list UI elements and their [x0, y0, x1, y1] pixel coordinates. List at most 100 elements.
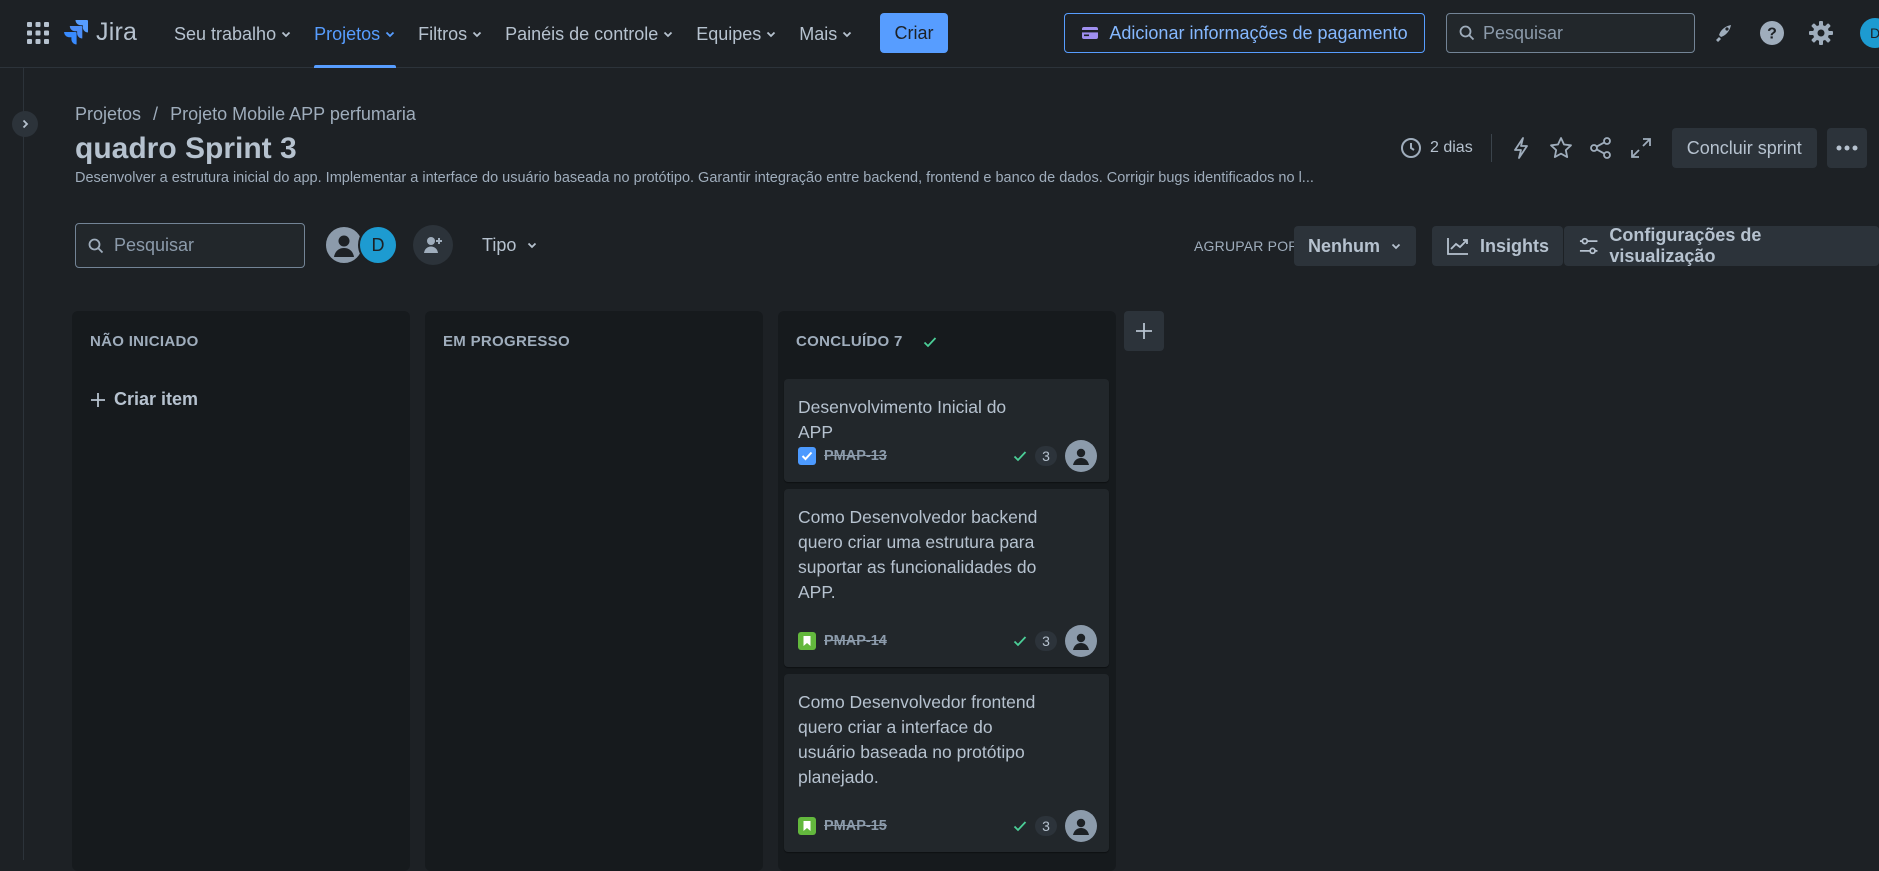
automation-icon[interactable] [1508, 135, 1534, 161]
nav-item-label: Seu trabalho [174, 23, 277, 44]
fullscreen-icon[interactable] [1628, 135, 1654, 161]
nav-item-equipes[interactable]: Equipes [688, 0, 785, 68]
check-icon [923, 336, 936, 347]
chevron-down-icon [528, 242, 537, 249]
more-actions-icon[interactable] [1826, 128, 1867, 168]
assignee-avatar[interactable] [1065, 810, 1097, 842]
time-remaining-label: 2 dias [1430, 139, 1473, 156]
group-by-select[interactable]: Nenhum [1294, 226, 1416, 266]
column-title: NÃO INICIADO [90, 333, 199, 350]
user-avatar[interactable]: D [1860, 18, 1879, 48]
issue-card[interactable]: Como Desenvolvedor backend quero criar u… [784, 489, 1109, 667]
issue-key[interactable]: PMAP-14 [824, 633, 887, 649]
nav-item-seu-trabalho[interactable]: Seu trabalho [166, 0, 300, 68]
issue-card-footer: PMAP-14 3 [798, 625, 1097, 657]
nav-item-projetos[interactable]: Projetos [306, 0, 404, 68]
complete-sprint-button[interactable]: Concluir sprint [1671, 128, 1817, 168]
add-payment-info-label: Adicionar informações de pagamento [1109, 22, 1408, 43]
nav-item-paineis[interactable]: Painéis de controle [497, 0, 682, 68]
story-bookmark-icon [798, 632, 816, 650]
breadcrumb-projects[interactable]: Projetos [75, 104, 141, 125]
nav-item-mais[interactable]: Mais [791, 0, 861, 68]
clock-icon [1401, 138, 1421, 158]
view-settings-label: Configurações de visualização [1609, 225, 1762, 266]
group-by-label: AGRUPAR POR [1194, 238, 1299, 254]
chevron-right-icon [22, 119, 29, 129]
column-title-text: CONCLUÍDO 7 [796, 333, 903, 350]
chevron-down-icon [767, 31, 776, 38]
issue-key[interactable]: PMAP-13 [824, 448, 887, 464]
breadcrumb-project[interactable]: Projeto Mobile APP perfumaria [170, 104, 416, 125]
page-title: quadro Sprint 3 [75, 132, 297, 165]
issue-card-footer: PMAP-15 3 [798, 810, 1097, 842]
chevron-down-icon [385, 31, 395, 38]
breadcrumb: Projetos / Projeto Mobile APP perfumaria [75, 104, 416, 125]
svg-text:?: ? [1767, 26, 1777, 43]
chart-line-icon [1447, 238, 1468, 255]
column-title-text: EM PROGRESSO [443, 333, 570, 350]
column-title-text: NÃO INICIADO [90, 333, 199, 350]
column-title: CONCLUÍDO 7 [796, 333, 937, 350]
search-icon [1459, 25, 1475, 41]
assignee-avatar[interactable] [1065, 625, 1097, 657]
story-points-badge: 3 [1035, 816, 1057, 836]
board-column-in-progress: EM PROGRESSO [425, 311, 763, 871]
board-search[interactable] [75, 223, 305, 268]
insights-label: Insights [1480, 235, 1550, 256]
create-button[interactable]: Criar [880, 13, 948, 53]
search-icon [88, 238, 104, 254]
nav-item-filtros[interactable]: Filtros [410, 0, 491, 68]
board-column-done: CONCLUÍDO 7 Desenvolvimento Inicial do A… [778, 311, 1116, 871]
story-points-badge: 3 [1035, 446, 1057, 466]
issue-card-title: Desenvolvimento Inicial do APP [798, 397, 1007, 442]
type-filter-button[interactable]: Tipo [474, 225, 546, 265]
group-by-value: Nenhum [1308, 235, 1380, 256]
chevron-down-icon [472, 31, 482, 38]
create-item-button[interactable]: Criar item [90, 389, 198, 410]
assignee-avatar[interactable] [1065, 440, 1097, 472]
issue-card-title: Como Desenvolvedor frontend quero criar … [798, 692, 1036, 787]
nav-item-label: Mais [799, 23, 838, 44]
breadcrumb-separator: / [153, 104, 159, 124]
issue-key[interactable]: PMAP-15 [824, 818, 887, 834]
add-payment-info-button[interactable]: Adicionar informações de pagamento [1064, 13, 1425, 53]
jira-logo[interactable]: Jira [64, 18, 137, 47]
issue-card-footer: PMAP-13 3 [798, 440, 1097, 472]
story-bookmark-icon [798, 817, 816, 835]
type-filter-label: Tipo [482, 234, 517, 255]
board-column-todo: NÃO INICIADO Criar item [72, 311, 410, 871]
view-settings-button[interactable]: Configurações de visualização [1564, 225, 1879, 266]
issue-card-title: Como Desenvolvedor backend quero criar u… [798, 507, 1038, 602]
done-check-icon [1013, 821, 1027, 832]
sprint-time-remaining[interactable]: 2 dias [1400, 137, 1473, 159]
nav-item-label: Filtros [418, 23, 468, 44]
share-icon[interactable] [1588, 135, 1614, 161]
issue-card[interactable]: Desenvolvimento Inicial do APP PMAP-13 3 [784, 379, 1109, 482]
nav-item-label: Painéis de controle [505, 23, 659, 44]
task-checkbox-icon [798, 447, 816, 465]
star-icon[interactable] [1548, 135, 1574, 161]
issue-card-meta: 3 [1013, 440, 1097, 472]
app-switcher-icon[interactable] [27, 22, 49, 44]
settings-icon[interactable] [1808, 20, 1834, 46]
jira-logo-icon [64, 19, 90, 47]
jira-logo-text: Jira [96, 18, 138, 46]
plus-icon [1136, 323, 1152, 339]
issue-card[interactable]: Como Desenvolvedor frontend quero criar … [784, 674, 1109, 852]
notifications-icon[interactable] [1710, 20, 1736, 46]
create-item-label: Criar item [114, 389, 199, 409]
avatar[interactable]: D [358, 225, 398, 265]
expand-sidebar-button[interactable] [12, 111, 38, 137]
main-nav: Seu trabalho Projetos Filtros Painéis de… [166, 0, 867, 68]
help-icon[interactable]: ? [1759, 20, 1785, 46]
board-search-input[interactable] [114, 235, 304, 256]
credit-card-icon [1081, 26, 1099, 40]
add-column-button[interactable] [1124, 311, 1164, 351]
assignee-filter: D [324, 225, 398, 265]
add-people-button[interactable] [413, 225, 453, 265]
insights-button[interactable]: Insights [1432, 226, 1564, 266]
global-search[interactable] [1446, 13, 1695, 53]
global-search-input[interactable] [1483, 22, 1673, 44]
done-check-icon [1013, 451, 1027, 462]
sliders-icon [1579, 237, 1598, 255]
